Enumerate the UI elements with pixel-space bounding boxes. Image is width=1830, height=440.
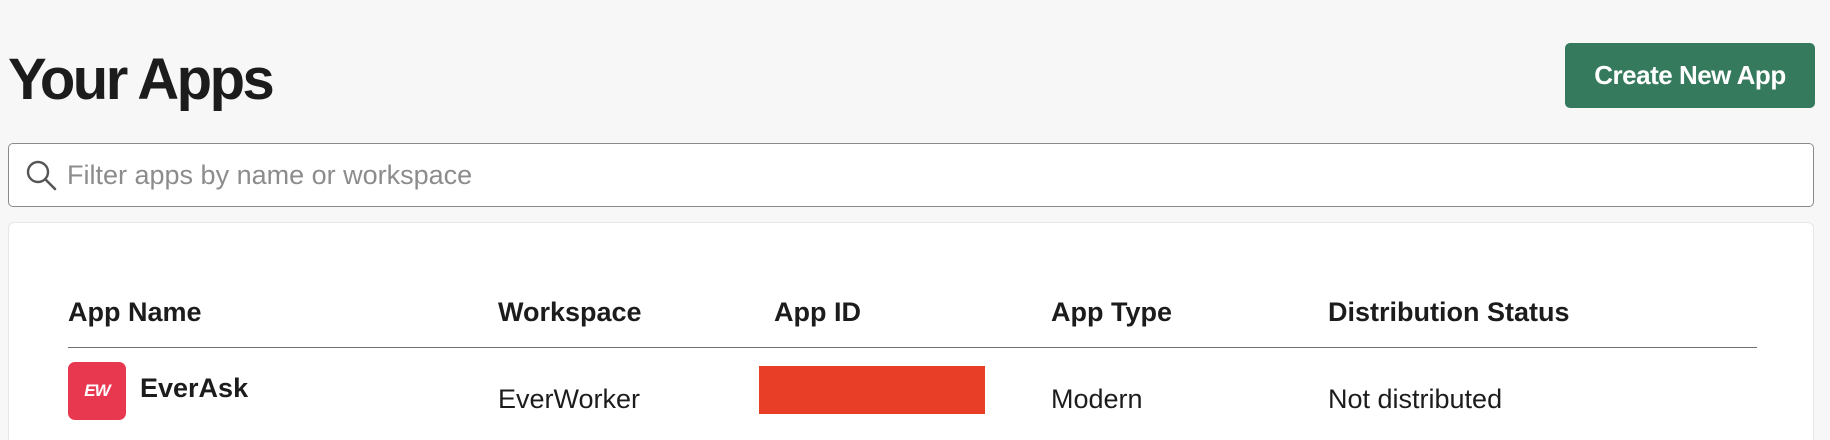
column-header-workspace: Workspace	[498, 297, 642, 327]
workspace-cell: EverWorker	[498, 384, 641, 414]
column-header-app-type: App Type	[1051, 297, 1172, 327]
your-apps-page: Your Apps Create New App App Name Worksp…	[0, 0, 1830, 440]
app-icon: EW	[68, 362, 126, 420]
app-name-cell[interactable]: EW EverAsk	[68, 362, 248, 420]
apps-panel: App Name Workspace App ID App Type Distr…	[8, 222, 1814, 440]
search-icon	[23, 157, 59, 193]
table-row[interactable]: EW EverAsk EverWorker Modern Not distrib…	[68, 348, 1757, 438]
table-header: App Name Workspace App ID App Type Distr…	[68, 289, 1757, 348]
column-header-distribution-status: Distribution Status	[1328, 297, 1570, 327]
apps-table: App Name Workspace App ID App Type Distr…	[68, 289, 1757, 438]
column-header-app-id: App ID	[774, 297, 861, 327]
page-title: Your Apps	[8, 47, 275, 112]
distribution-status-cell: Not distributed	[1328, 384, 1503, 414]
column-header-app-name: App Name	[68, 297, 202, 327]
create-new-app-button[interactable]: Create New App	[1565, 43, 1815, 108]
search-input[interactable]	[65, 143, 1813, 207]
app-name[interactable]: EverAsk	[140, 373, 248, 404]
search-box[interactable]	[8, 143, 1814, 207]
app-id-redaction	[759, 366, 985, 414]
app-type-cell: Modern	[1051, 384, 1143, 414]
